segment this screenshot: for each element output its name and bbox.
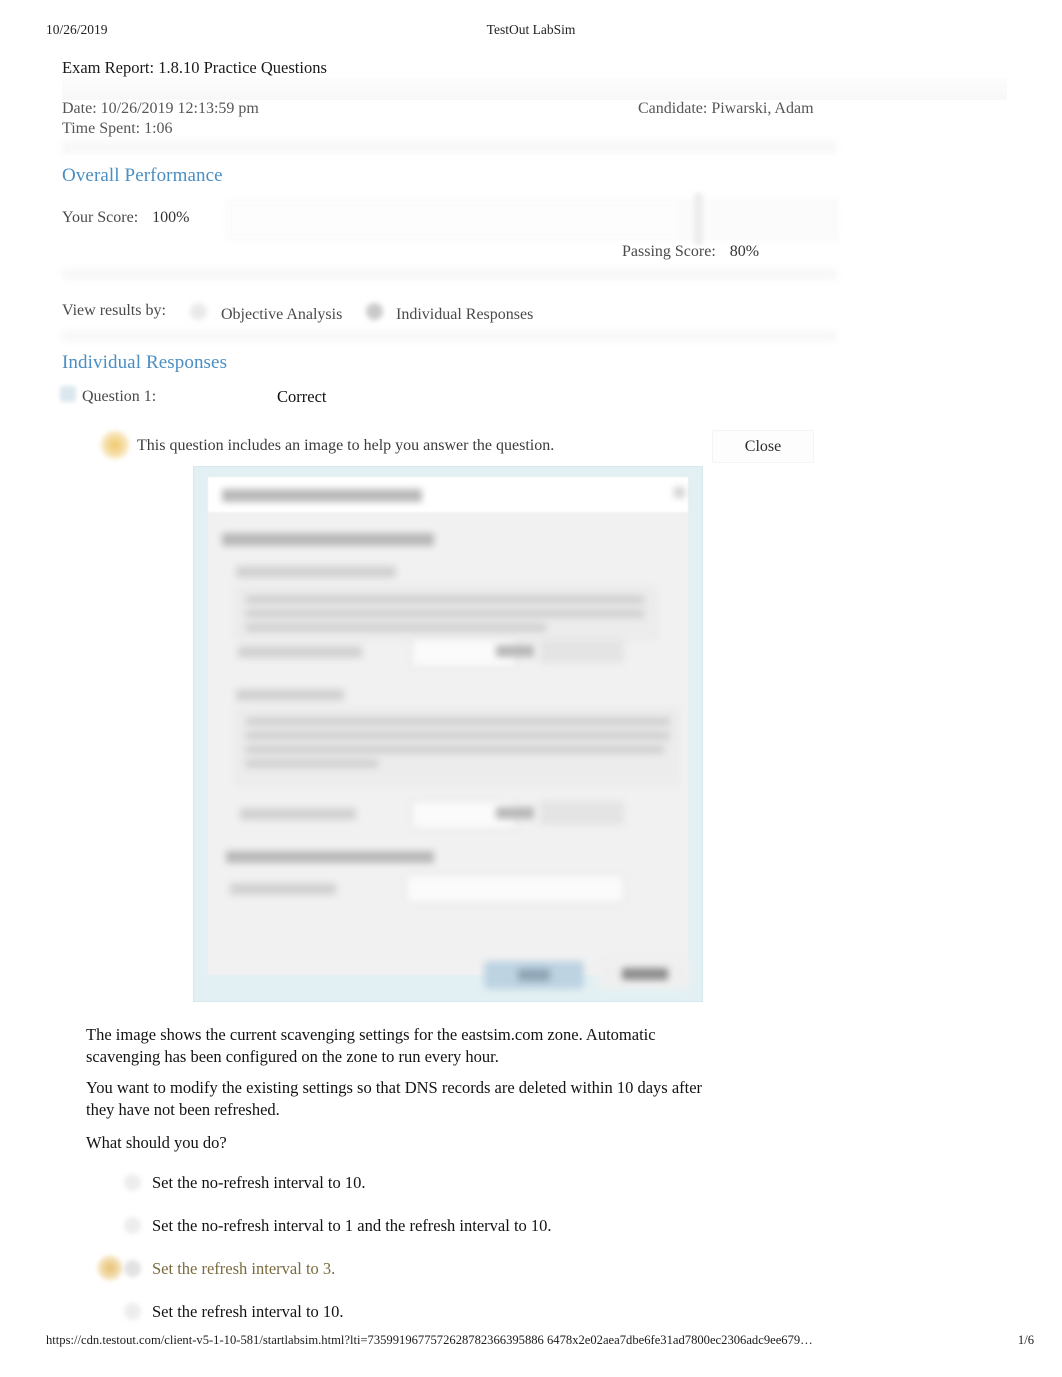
page-title: Exam Report: 1.8.10 Practice Questions [62, 58, 327, 77]
cancel-button-label [622, 968, 668, 980]
time-spent: Time Spent: 1:06 [62, 120, 173, 137]
ok-button-label [518, 969, 550, 981]
norefresh-description-line2 [246, 609, 644, 618]
norefresh-interval-label [238, 646, 362, 658]
norefresh-description-line1 [246, 595, 644, 604]
answer-radio-4[interactable] [124, 1303, 141, 1320]
candidate-name: Candidate: Piwarski, Adam [638, 100, 814, 117]
print-header-title: TestOut LabSim [486, 22, 576, 37]
radio-label-objective-analysis[interactable]: Objective Analysis [221, 306, 342, 324]
answer-option-4[interactable]: Set the refresh interval to 10. [152, 1301, 752, 1323]
correct-answer-icon [96, 1254, 124, 1282]
meta-band-decoration [62, 78, 1007, 100]
refresh-interval-units[interactable] [540, 801, 624, 825]
divider-band-top [62, 140, 837, 154]
scavenge-date-field-label [230, 883, 336, 895]
refresh-description-line3 [246, 745, 664, 754]
answer-option-2[interactable]: Set the no-refresh interval to 1 and the… [152, 1215, 752, 1237]
scavenge-date-input[interactable] [406, 875, 624, 903]
section-heading-individual-responses: Individual Responses [62, 352, 228, 373]
radio-individual-responses[interactable] [366, 303, 383, 320]
norefresh-group-label [236, 566, 396, 578]
passing-score-row: Passing Score: 80% [622, 243, 759, 261]
question-paragraph-1: The image shows the current scavenging s… [86, 1025, 656, 1066]
refresh-description-line1 [246, 717, 670, 726]
divider-band-lower [62, 330, 837, 342]
print-footer: https://cdn.testout.com/client-v5-1-10-5… [0, 1333, 1062, 1353]
exam-date: Date: 10/26/2019 12:13:59 pm [62, 100, 259, 117]
answer-radio-3[interactable] [124, 1260, 141, 1277]
refresh-interval-value [496, 807, 534, 819]
image-note-icon [99, 429, 131, 461]
scavenge-date-label [226, 851, 434, 863]
refresh-description-line4 [246, 759, 378, 768]
close-button[interactable]: Close [712, 430, 814, 463]
passing-score-value: 80% [729, 243, 760, 260]
norefresh-interval-units[interactable] [540, 639, 624, 663]
status-badge: Correct [277, 387, 327, 406]
answer-radio-1[interactable] [124, 1174, 141, 1191]
divider-band-middle [62, 268, 837, 280]
answer-option-3[interactable]: Set the refresh interval to 3. [152, 1258, 752, 1280]
dialog-title-field [436, 483, 636, 507]
dialog-title-text [222, 489, 422, 502]
question-image-dialog [208, 477, 690, 989]
answer-option-1[interactable]: Set the no-refresh interval to 10. [152, 1172, 752, 1194]
dialog-section-heading [222, 533, 434, 546]
score-progress-bar [226, 200, 838, 240]
view-results-by-label: View results by: [62, 302, 166, 319]
passing-score-label: Passing Score: [622, 243, 716, 260]
your-score-value: 100% [152, 209, 190, 226]
close-icon[interactable] [674, 487, 685, 498]
answer-radio-2[interactable] [124, 1217, 141, 1234]
question-paragraph-2: You want to modify the existing settings… [86, 1078, 703, 1119]
refresh-group-label [236, 689, 344, 701]
norefresh-description-line3 [246, 623, 546, 632]
question-expand-toggle[interactable] [60, 386, 76, 402]
print-footer-page-number: 1/6 [1017, 1333, 1034, 1347]
radio-label-individual-responses[interactable]: Individual Responses [396, 306, 533, 324]
score-progress-fill [227, 201, 679, 239]
your-score-label: Your Score: [62, 209, 139, 226]
question-image [193, 466, 703, 1002]
print-footer-url: https://cdn.testout.com/client-v5-1-10-5… [46, 1333, 813, 1347]
section-heading-overall-performance: Overall Performance [62, 165, 223, 186]
norefresh-interval-value [496, 645, 534, 657]
passing-score-marker [694, 193, 703, 245]
question-number-label: Question 1: [82, 388, 157, 405]
your-score-row: Your Score: 100% [62, 209, 189, 227]
refresh-interval-label [240, 808, 356, 820]
refresh-description-line2 [246, 731, 670, 740]
radio-objective-analysis[interactable] [190, 303, 207, 320]
question-paragraph-3: What should you do? [86, 1133, 227, 1152]
print-header: 10/26/2019 TestOut LabSim [0, 22, 1062, 42]
image-note-text: This question includes an image to help … [137, 437, 555, 454]
